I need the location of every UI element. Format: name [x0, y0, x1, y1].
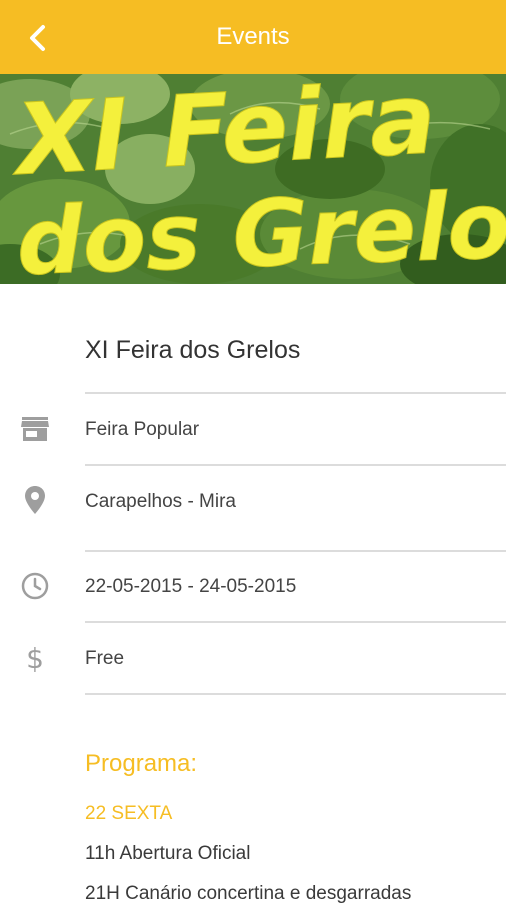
- event-title: XI Feira dos Grelos: [85, 336, 301, 364]
- event-dates: 22-05-2015 - 24-05-2015: [85, 576, 297, 597]
- event-location: Carapelhos - Mira: [85, 491, 236, 512]
- program-heading: Programa:: [85, 750, 198, 777]
- program-item: 21H Canário concertina e desgarradas: [85, 883, 412, 904]
- event-category: Feira Popular: [85, 419, 200, 440]
- banner-title-line2: dos Grelos: [15, 170, 506, 284]
- divider: [85, 621, 506, 623]
- program-day-heading: 22 SEXTA: [85, 803, 173, 824]
- page-title: Events: [216, 23, 290, 50]
- clock-icon: [20, 571, 50, 601]
- divider: [85, 550, 506, 552]
- app-bar: Events: [0, 0, 506, 74]
- event-price: Free: [85, 648, 125, 669]
- divider: [85, 392, 506, 394]
- store-icon: [20, 414, 50, 444]
- program-item: 11h Abertura Oficial: [85, 843, 251, 864]
- dollar-icon: $: [20, 643, 50, 673]
- location-pin-icon: [20, 485, 50, 515]
- divider: [85, 693, 506, 695]
- divider: [85, 464, 506, 466]
- event-banner-image: XI Feira dos Grelos: [0, 74, 506, 284]
- svg-text:$: $: [26, 643, 44, 673]
